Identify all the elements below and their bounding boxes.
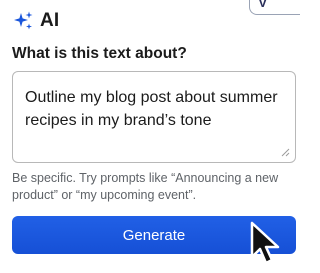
corner-card: [249, 0, 300, 15]
sparkles-icon: [14, 11, 33, 30]
ai-panel: V AI What is this text about? Outline my…: [0, 0, 300, 273]
generate-button[interactable]: Generate: [12, 216, 296, 254]
prompt-question-label: What is this text about?: [12, 45, 187, 62]
panel-header: AI: [12, 8, 59, 34]
prompt-hint: Be specific. Try prompts like “Announcin…: [12, 171, 279, 202]
prompt-textarea[interactable]: Outline my blog post about summer recipe…: [12, 71, 296, 163]
resize-handle-icon[interactable]: [281, 148, 290, 157]
prompt-text: Outline my blog post about summer recipe…: [25, 89, 278, 129]
panel-title: AI: [40, 10, 60, 31]
corner-card-letter: V: [258, 0, 267, 10]
